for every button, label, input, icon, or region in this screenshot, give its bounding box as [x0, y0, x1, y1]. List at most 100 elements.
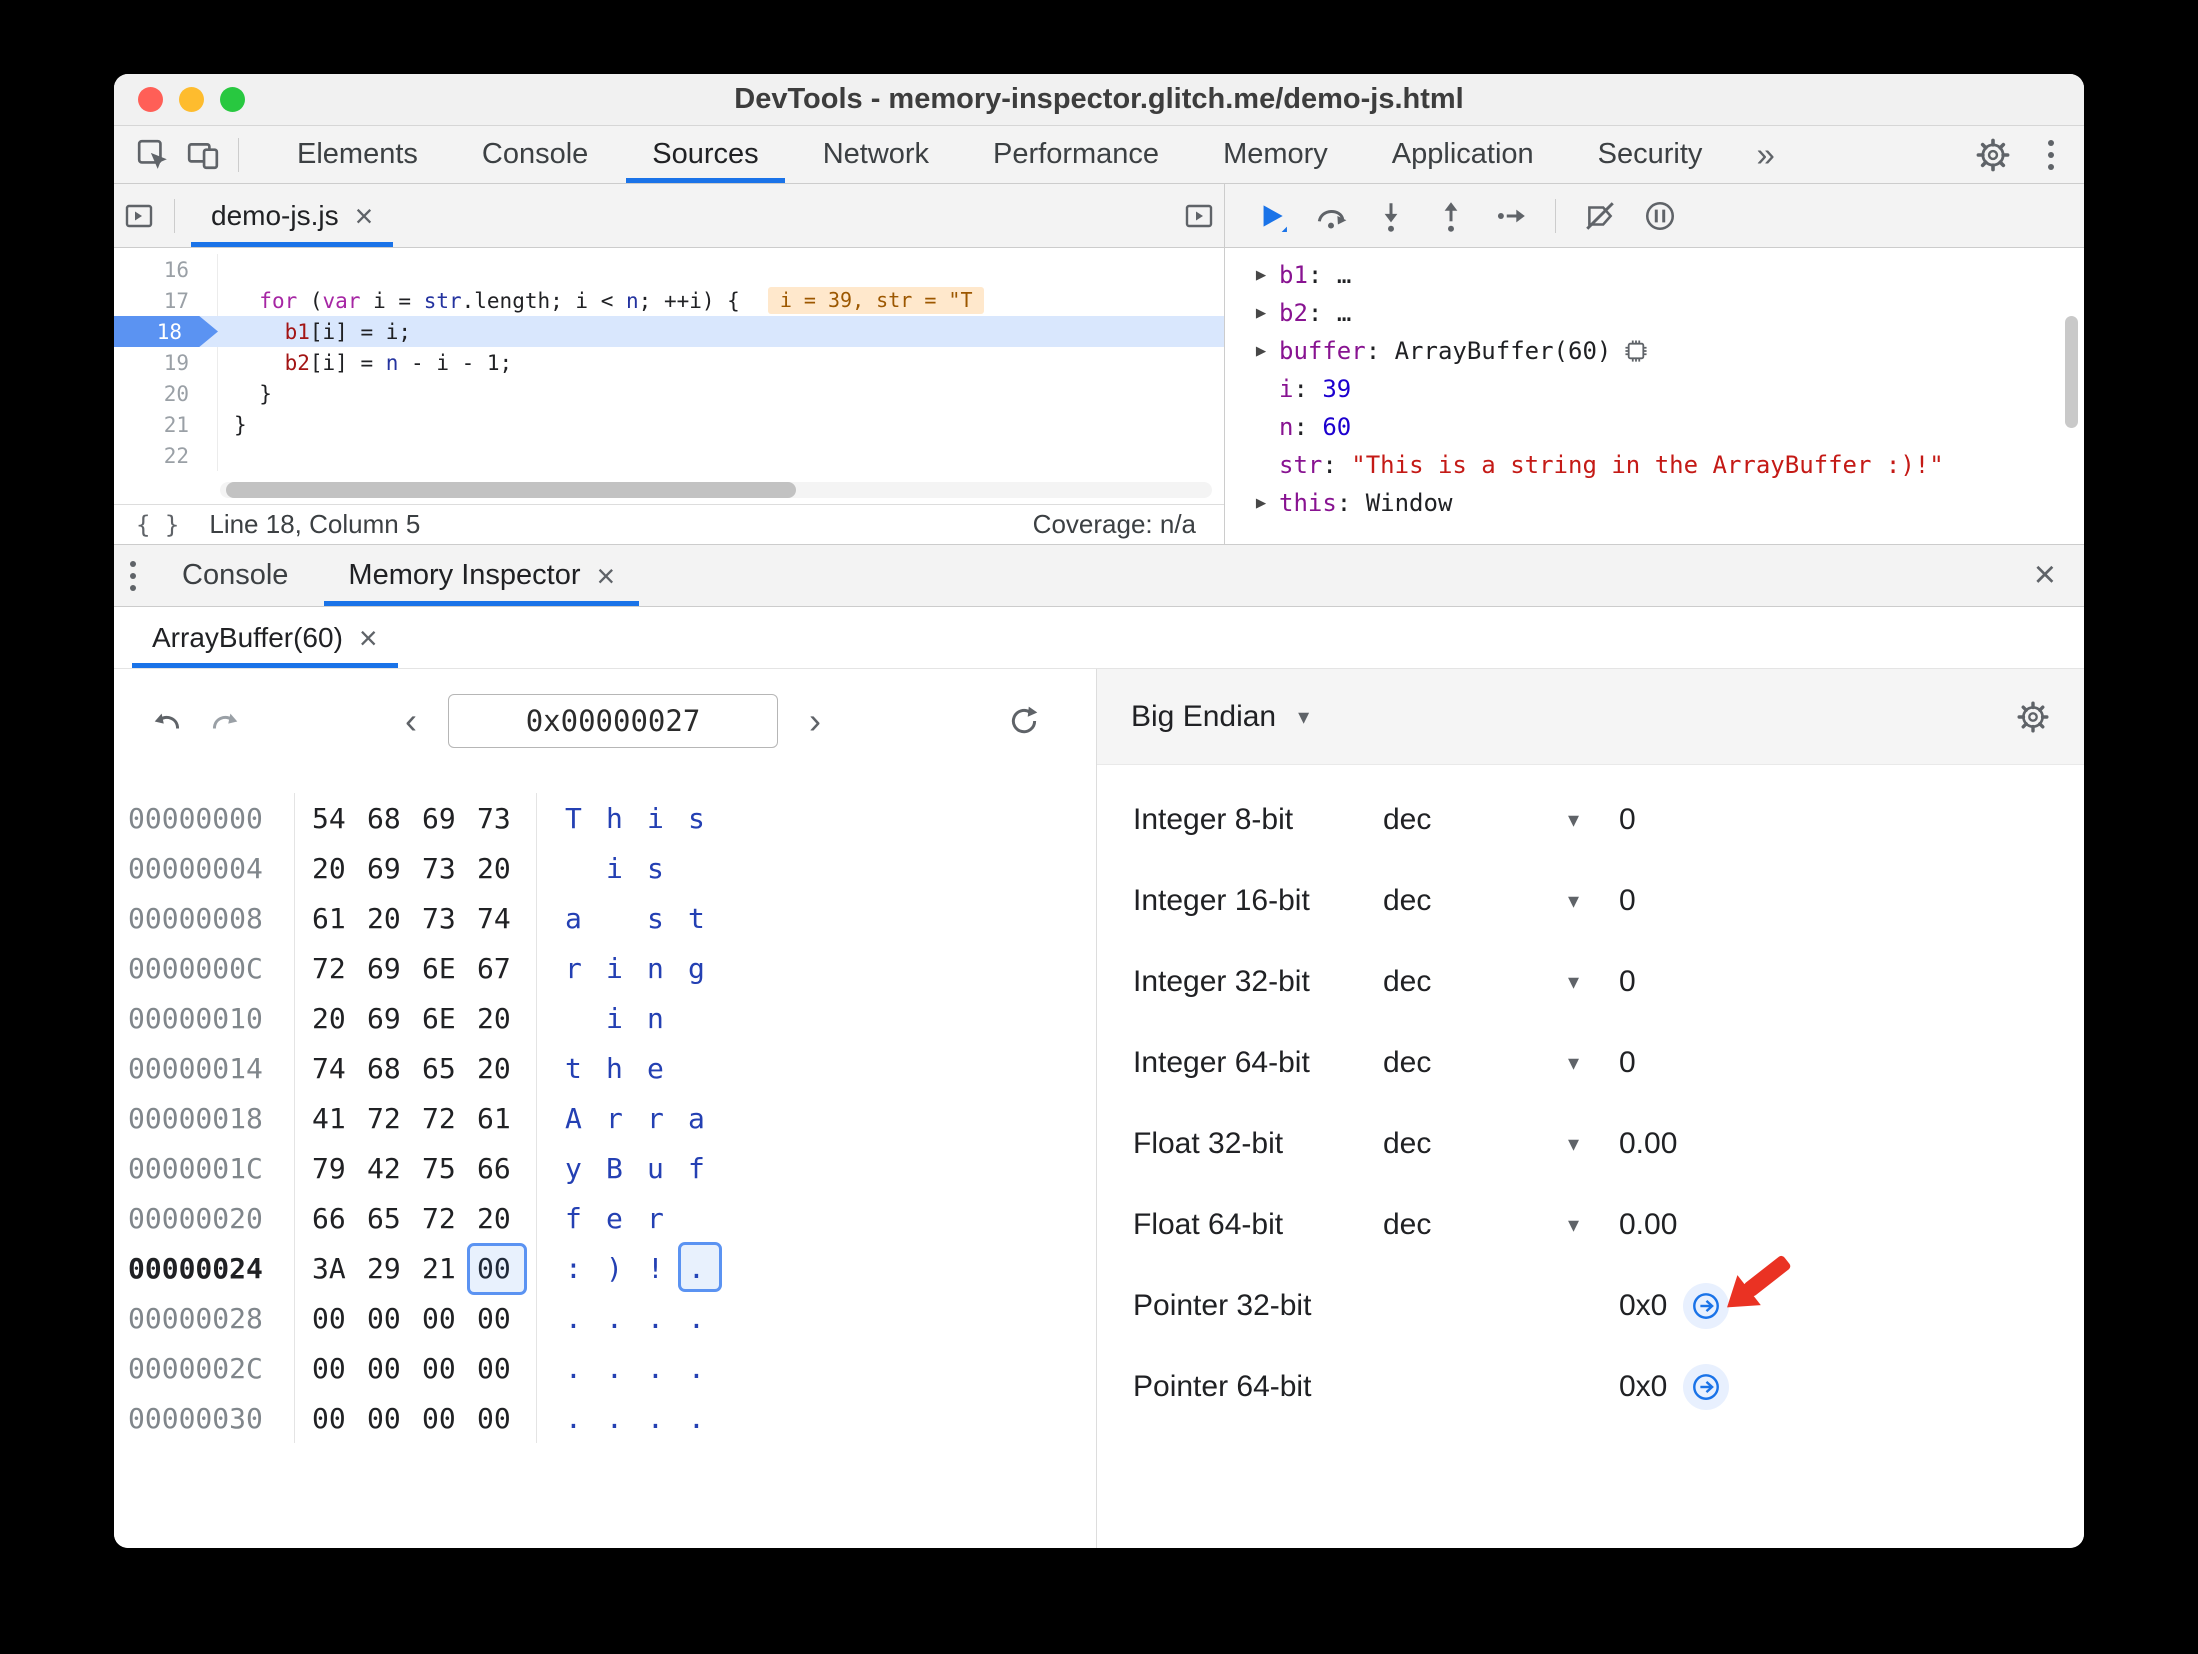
- hex-byte[interactable]: 00: [467, 1242, 532, 1295]
- scope-item-this[interactable]: ▶ this: Window: [1225, 484, 2084, 522]
- step-over-icon[interactable]: [1305, 192, 1357, 240]
- tab-sources[interactable]: Sources: [620, 126, 790, 183]
- ascii-char[interactable]: .: [606, 1352, 647, 1385]
- format-dropdown[interactable]: dec ▾: [1383, 1127, 1619, 1161]
- tab-arraybuffer[interactable]: ArrayBuffer(60) ×: [128, 607, 402, 668]
- hex-byte[interactable]: 00: [367, 1402, 422, 1435]
- ascii-char[interactable]: [606, 902, 647, 935]
- ascii-char[interactable]: e: [647, 1052, 688, 1085]
- history-forward-icon[interactable]: [198, 697, 250, 745]
- pretty-print-icon[interactable]: { }: [136, 511, 179, 539]
- ascii-char[interactable]: .: [688, 1352, 729, 1385]
- hex-byte[interactable]: 61: [312, 902, 367, 935]
- memory-inspector-icon[interactable]: [1623, 338, 1649, 364]
- ascii-char[interactable]: y: [565, 1152, 606, 1185]
- hex-byte[interactable]: 3A: [312, 1252, 367, 1285]
- format-dropdown[interactable]: dec ▾: [1383, 1208, 1619, 1242]
- hex-byte[interactable]: 6E: [422, 952, 477, 985]
- line-number[interactable]: 21: [114, 409, 218, 440]
- ascii-char[interactable]: .: [565, 1402, 606, 1435]
- ascii-char[interactable]: .: [606, 1402, 647, 1435]
- hex-byte[interactable]: 00: [312, 1352, 367, 1385]
- kebab-menu-icon[interactable]: [2032, 139, 2070, 170]
- zoom-window-button[interactable]: [220, 87, 245, 112]
- minimize-window-button[interactable]: [179, 87, 204, 112]
- hex-byte[interactable]: 20: [477, 1202, 532, 1235]
- tab-security[interactable]: Security: [1566, 126, 1735, 183]
- hex-byte[interactable]: 72: [367, 1102, 422, 1135]
- scope-item-i[interactable]: ▶i: 39: [1225, 370, 2084, 408]
- ascii-char[interactable]: B: [606, 1152, 647, 1185]
- scope-item-str[interactable]: ▶str: "This is a string in the ArrayBuff…: [1225, 446, 2084, 484]
- hex-byte[interactable]: 54: [312, 802, 367, 835]
- close-icon[interactable]: ×: [596, 560, 615, 592]
- file-tab-demo-js[interactable]: demo-js.js ×: [185, 184, 399, 247]
- hex-byte[interactable]: 20: [312, 852, 367, 885]
- hex-byte[interactable]: 73: [422, 852, 477, 885]
- tab-memory[interactable]: Memory: [1191, 126, 1360, 183]
- format-dropdown[interactable]: dec ▾: [1383, 884, 1619, 918]
- hex-byte[interactable]: 00: [312, 1302, 367, 1335]
- ascii-char[interactable]: h: [606, 802, 647, 835]
- ascii-char[interactable]: [565, 1002, 606, 1035]
- hex-byte[interactable]: 20: [477, 1002, 532, 1035]
- ascii-char[interactable]: s: [647, 902, 688, 935]
- previous-page-icon[interactable]: ‹: [390, 700, 432, 742]
- jump-to-pointer-icon[interactable]: [1683, 1363, 1730, 1410]
- hex-byte[interactable]: 68: [367, 1052, 422, 1085]
- ascii-char[interactable]: ): [606, 1252, 647, 1285]
- hex-byte[interactable]: 00: [422, 1302, 477, 1335]
- hex-byte[interactable]: 66: [477, 1152, 532, 1185]
- hex-byte[interactable]: 65: [367, 1202, 422, 1235]
- ascii-char[interactable]: s: [647, 852, 688, 885]
- hex-byte[interactable]: 20: [477, 1052, 532, 1085]
- ascii-char[interactable]: .: [678, 1241, 729, 1292]
- ascii-char[interactable]: [688, 1202, 729, 1235]
- hex-byte[interactable]: 00: [367, 1302, 422, 1335]
- scope-item-buffer[interactable]: ▶ buffer: ArrayBuffer(60): [1225, 332, 2084, 370]
- device-toolbar-icon[interactable]: [178, 131, 228, 179]
- hex-byte[interactable]: 66: [312, 1202, 367, 1235]
- ascii-char[interactable]: e: [606, 1202, 647, 1235]
- inspect-element-icon[interactable]: [128, 131, 178, 179]
- hex-byte[interactable]: 00: [312, 1402, 367, 1435]
- interpretation-settings-gear-icon[interactable]: [2016, 700, 2050, 734]
- hex-byte[interactable]: 72: [422, 1202, 477, 1235]
- hex-byte[interactable]: 00: [422, 1352, 477, 1385]
- ascii-char[interactable]: [688, 1052, 729, 1085]
- expand-arrow-icon[interactable]: ▶: [1243, 303, 1279, 323]
- ascii-char[interactable]: u: [647, 1152, 688, 1185]
- hex-byte[interactable]: 69: [422, 802, 477, 835]
- scope-scrollbar-thumb[interactable]: [2065, 316, 2078, 428]
- editor-panel-icon[interactable]: [1174, 192, 1224, 240]
- hex-byte[interactable]: 29: [367, 1252, 422, 1285]
- ascii-char[interactable]: .: [565, 1302, 606, 1335]
- hex-byte[interactable]: 74: [477, 902, 532, 935]
- hex-byte[interactable]: 41: [312, 1102, 367, 1135]
- ascii-char[interactable]: t: [565, 1052, 606, 1085]
- hex-byte[interactable]: 79: [312, 1152, 367, 1185]
- scope-item-b2[interactable]: ▶ b2: …: [1225, 294, 2084, 332]
- tab-elements[interactable]: Elements: [265, 126, 450, 183]
- step-out-icon[interactable]: [1425, 192, 1477, 240]
- hex-byte[interactable]: 68: [367, 802, 422, 835]
- expand-arrow-icon[interactable]: ▶: [1243, 265, 1279, 285]
- drawer-kebab-menu-icon[interactable]: [114, 560, 152, 591]
- scope-item-b1[interactable]: ▶ b1: …: [1225, 256, 2084, 294]
- ascii-char[interactable]: [688, 1002, 729, 1035]
- deactivate-breakpoints-icon[interactable]: [1574, 192, 1626, 240]
- ascii-char[interactable]: [565, 852, 606, 885]
- line-number[interactable]: 18: [114, 316, 218, 347]
- hex-byte[interactable]: 20: [477, 852, 532, 885]
- hex-byte[interactable]: 74: [312, 1052, 367, 1085]
- hex-byte[interactable]: 61: [477, 1102, 532, 1135]
- ascii-char[interactable]: .: [647, 1302, 688, 1335]
- navigator-toggle-icon[interactable]: [114, 192, 164, 240]
- jump-to-pointer-icon[interactable]: [1683, 1282, 1730, 1329]
- ascii-char[interactable]: i: [606, 952, 647, 985]
- hex-byte[interactable]: 72: [422, 1102, 477, 1135]
- resume-script-icon[interactable]: [1245, 192, 1297, 240]
- hex-byte[interactable]: 75: [422, 1152, 477, 1185]
- hex-byte[interactable]: 65: [422, 1052, 477, 1085]
- line-number[interactable]: 16: [114, 254, 218, 285]
